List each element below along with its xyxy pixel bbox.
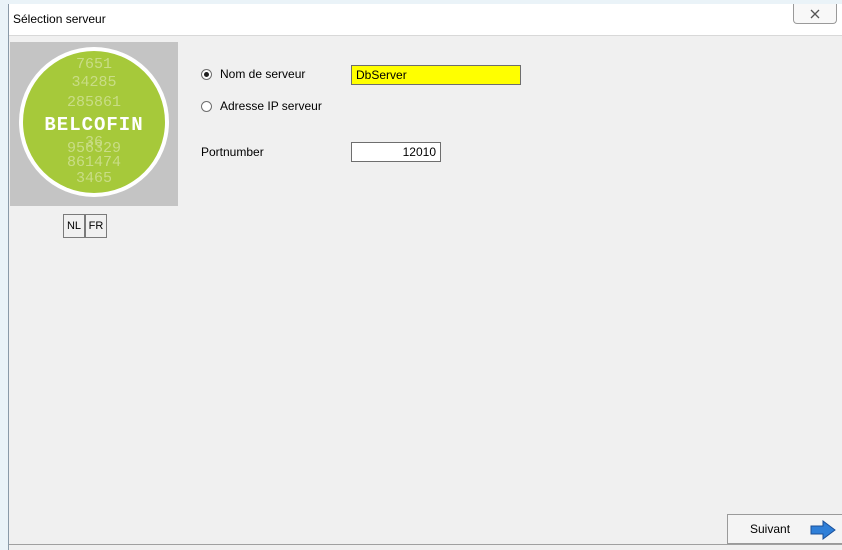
server-ip-radio[interactable] [201, 100, 212, 112]
logo-digits-row-3: 285861 [67, 94, 121, 111]
server-ip-option[interactable]: Adresse IP serveur [201, 98, 322, 114]
close-button[interactable] [793, 4, 837, 24]
logo-digits-row-7: 3465 [76, 170, 112, 187]
next-button[interactable]: Suivant [727, 514, 842, 544]
language-nl-button[interactable]: NL [63, 214, 85, 238]
server-name-option[interactable]: Nom de serveur [201, 66, 305, 82]
server-name-radio[interactable] [201, 68, 212, 80]
logo-digits-row-2: 34285 [71, 74, 116, 91]
arrow-right-icon [810, 520, 836, 540]
language-fr-button[interactable]: FR [85, 214, 107, 238]
window-title: Sélection serveur [13, 12, 106, 26]
logo-brand-text: BELCOFIN [44, 114, 143, 136]
logo-panel: 7651 34285 285861 36 956329 861474 3465 … [10, 42, 178, 206]
close-icon [810, 9, 820, 19]
bottom-border [9, 544, 842, 545]
logo-digits-row-6: 861474 [67, 154, 121, 171]
port-field[interactable]: 12010 [351, 142, 441, 162]
port-label: Portnumber [201, 145, 264, 159]
server-name-label: Nom de serveur [220, 67, 306, 81]
title-bar: Sélection serveur [9, 4, 842, 36]
server-name-field[interactable]: DbServer [351, 65, 521, 85]
dialog-window: Sélection serveur 7651 34285 285861 36 9… [8, 4, 842, 550]
belcofin-logo: 7651 34285 285861 36 956329 861474 3465 … [19, 47, 169, 197]
server-ip-label: Adresse IP serveur [220, 99, 322, 113]
logo-digits-row-1: 7651 [76, 56, 112, 73]
next-button-label: Suivant [750, 522, 791, 536]
